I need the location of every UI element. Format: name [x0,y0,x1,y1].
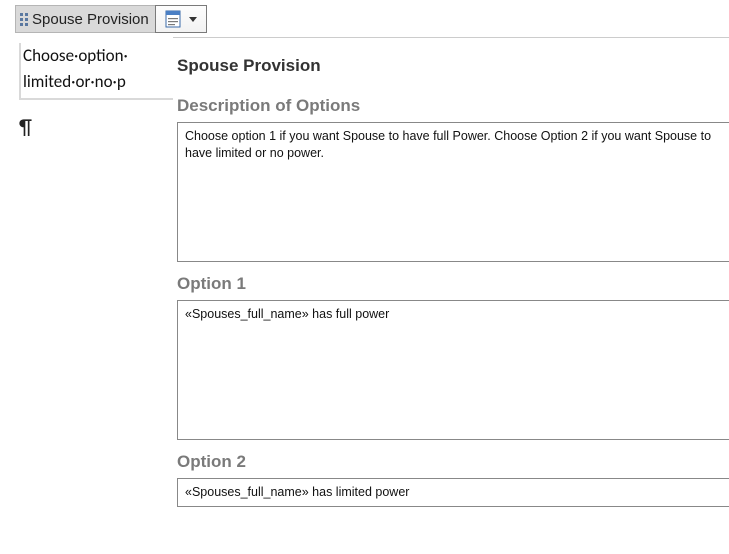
drag-handle-icon[interactable] [20,13,28,26]
option2-heading: Option 2 [173,440,729,478]
doc-body-line2: limited·or·no·p [23,71,126,92]
content-control-dropdown[interactable] [155,5,207,33]
pilcrow-mark: ¶ [19,110,186,144]
content-control-body[interactable]: Choose·option· limited·or·no·p ¶ [15,39,190,150]
content-control-tag: Spouse Provision [15,5,207,33]
content-control-tag-label[interactable]: Spouse Provision [15,5,155,33]
content-control-icon [164,9,186,29]
properties-panel: Spouse Provision Description of Options … [173,37,729,554]
panel-title: Spouse Provision [173,46,729,84]
tag-title: Spouse Provision [32,11,149,28]
description-textbox[interactable]: Choose option 1 if you want Spouse to ha… [177,122,729,262]
option1-text: «Spouses_full_name» has full power [185,307,389,321]
description-text: Choose option 1 if you want Spouse to ha… [185,129,711,160]
doc-body-line1: Choose·option· [23,45,128,66]
description-heading: Description of Options [173,84,729,122]
option2-text: «Spouses_full_name» has limited power [185,485,409,499]
option1-heading: Option 1 [173,262,729,300]
chevron-down-icon [189,17,197,22]
option1-textbox[interactable]: «Spouses_full_name» has full power [177,300,729,440]
option2-textbox[interactable]: «Spouses_full_name» has limited power [177,478,729,507]
